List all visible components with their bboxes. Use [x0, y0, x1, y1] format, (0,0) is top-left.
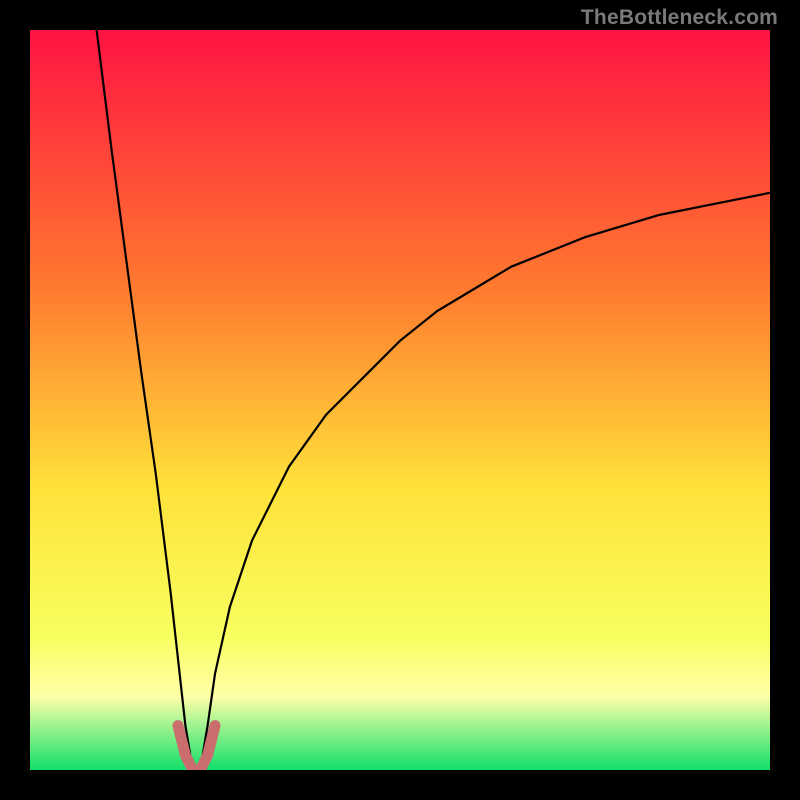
plot-svg	[30, 30, 770, 770]
chart-frame: TheBottleneck.com	[0, 0, 800, 800]
gradient-background	[30, 30, 770, 770]
plot-area	[30, 30, 770, 770]
watermark-text: TheBottleneck.com	[581, 6, 778, 30]
